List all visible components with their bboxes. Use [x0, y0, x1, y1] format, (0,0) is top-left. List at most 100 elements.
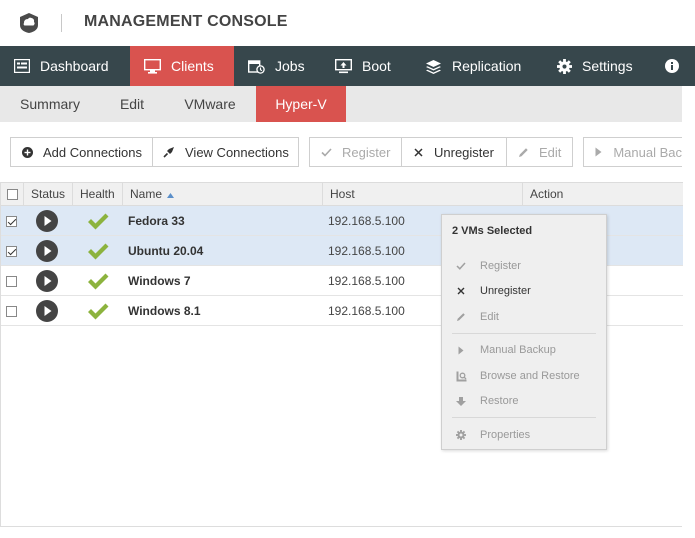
column-name[interactable]: Name	[123, 183, 323, 205]
menu-item-label: Manual Backup	[480, 344, 556, 356]
nav-dashboard-label: Dashboard	[40, 58, 109, 74]
logo-icon	[18, 12, 40, 34]
nav-jobs-label: Jobs	[275, 58, 305, 74]
column-name-label: Name	[130, 187, 163, 201]
tab-summary[interactable]: Summary	[0, 86, 100, 122]
monitor-icon	[144, 58, 161, 74]
nav-boot[interactable]: Boot	[321, 46, 409, 86]
menu-item-browse-and-restore[interactable]: Browse and Restore	[442, 365, 606, 387]
status-play-icon[interactable]	[36, 206, 58, 236]
vm-host: 192.168.5.100	[328, 214, 405, 228]
health-check-icon	[87, 266, 109, 296]
dashboard-icon	[14, 59, 30, 73]
menu-item-unregister[interactable]: Unregister	[442, 280, 606, 302]
nav-info[interactable]	[665, 46, 695, 86]
status-play-icon[interactable]	[36, 266, 58, 296]
vm-name: Windows 8.1	[128, 304, 201, 318]
menu-item-label: Register	[480, 260, 521, 272]
health-check-icon	[87, 236, 109, 266]
vm-name: Windows 7	[128, 274, 191, 288]
manual-backup-button[interactable]: Manual Bac	[583, 137, 682, 167]
register-button[interactable]: Register	[309, 137, 402, 167]
menu-item-register[interactable]: Register	[442, 255, 606, 277]
nav-settings-label: Settings	[582, 58, 633, 74]
app-header: MANAGEMENT CONSOLE	[0, 0, 695, 46]
pencil-icon	[442, 312, 480, 322]
page-title: MANAGEMENT CONSOLE	[84, 13, 288, 30]
nav-clients-label: Clients	[171, 58, 214, 74]
edit-button[interactable]: Edit	[506, 137, 573, 167]
unregister-button[interactable]: Unregister	[401, 137, 507, 167]
menu-item-label: Browse and Restore	[480, 370, 580, 382]
row-checkbox[interactable]	[6, 215, 17, 227]
x-icon	[442, 287, 480, 295]
info-icon	[665, 59, 679, 73]
plug-icon	[161, 146, 177, 158]
vm-name: Fedora 33	[128, 214, 185, 228]
menu-item-label: Restore	[480, 395, 519, 407]
health-check-icon	[87, 296, 109, 326]
grid-header: Status Health Name Host Action	[1, 182, 683, 206]
select-all-checkbox[interactable]	[7, 188, 18, 200]
check-icon	[318, 147, 334, 157]
x-icon	[410, 147, 426, 157]
manual-backup-label: Manual Bac	[613, 144, 682, 160]
boot-icon	[335, 58, 352, 73]
column-health[interactable]: Health	[73, 183, 123, 205]
jobs-icon	[248, 59, 265, 74]
select-all-cell	[1, 183, 24, 205]
menu-item-properties[interactable]: Properties	[442, 424, 606, 446]
menu-divider	[452, 417, 596, 418]
menu-divider	[452, 333, 596, 334]
menu-item-label: Properties	[480, 429, 531, 441]
play-icon	[592, 147, 605, 157]
row-checkbox[interactable]	[6, 245, 17, 257]
view-connections-label: View Connections	[185, 144, 289, 160]
menu-item-label: Unregister	[480, 285, 531, 297]
menu-item-restore[interactable]: Restore	[442, 390, 606, 412]
unregister-label: Unregister	[434, 144, 494, 160]
register-label: Register	[342, 144, 391, 160]
status-play-icon[interactable]	[36, 236, 58, 266]
restore-arrow-icon	[442, 396, 480, 406]
tab-vmware[interactable]: VMware	[164, 86, 256, 122]
main-nav: Dashboard Clients Jobs Boot Replication …	[0, 46, 695, 86]
sort-asc-icon	[167, 183, 175, 205]
status-play-icon[interactable]	[36, 296, 58, 326]
nav-boot-label: Boot	[362, 58, 391, 74]
context-menu: 2 VMs Selected Register Unregister Edit …	[441, 214, 607, 450]
layers-icon	[426, 59, 441, 74]
tab-edit[interactable]: Edit	[100, 86, 164, 122]
nav-jobs[interactable]: Jobs	[234, 46, 312, 86]
nav-dashboard[interactable]: Dashboard	[0, 46, 130, 86]
add-connections-label: Add Connections	[43, 144, 143, 160]
header-divider	[61, 14, 62, 32]
row-checkbox[interactable]	[6, 305, 17, 317]
gear-icon	[557, 58, 572, 74]
nav-settings[interactable]: Settings	[543, 46, 653, 86]
column-status[interactable]: Status	[24, 183, 73, 205]
nav-replication[interactable]: Replication	[411, 46, 543, 86]
vm-host: 192.168.5.100	[328, 244, 405, 258]
edit-label: Edit	[539, 144, 562, 160]
row-checkbox[interactable]	[6, 275, 17, 287]
check-icon	[442, 262, 480, 270]
add-connections-button[interactable]: Add Connections	[10, 137, 153, 167]
nav-replication-label: Replication	[452, 58, 522, 74]
sub-nav: Summary Edit VMware Hyper-V	[0, 86, 682, 122]
vm-name: Ubuntu 20.04	[128, 244, 204, 258]
nav-clients[interactable]: Clients	[130, 46, 234, 86]
pencil-icon	[515, 147, 531, 158]
gear-icon	[442, 430, 480, 440]
menu-item-edit[interactable]: Edit	[442, 306, 606, 328]
tab-hyper-v[interactable]: Hyper-V	[256, 86, 346, 122]
view-connections-button[interactable]: View Connections	[152, 137, 299, 167]
menu-item-label: Edit	[480, 311, 499, 323]
browse-icon	[442, 371, 480, 382]
vm-host: 192.168.5.100	[328, 274, 405, 288]
context-menu-title: 2 VMs Selected	[452, 225, 533, 237]
column-action[interactable]: Action	[523, 183, 683, 205]
menu-item-manual-backup[interactable]: Manual Backup	[442, 339, 606, 361]
vm-host: 192.168.5.100	[328, 304, 405, 318]
column-host[interactable]: Host	[323, 183, 523, 205]
